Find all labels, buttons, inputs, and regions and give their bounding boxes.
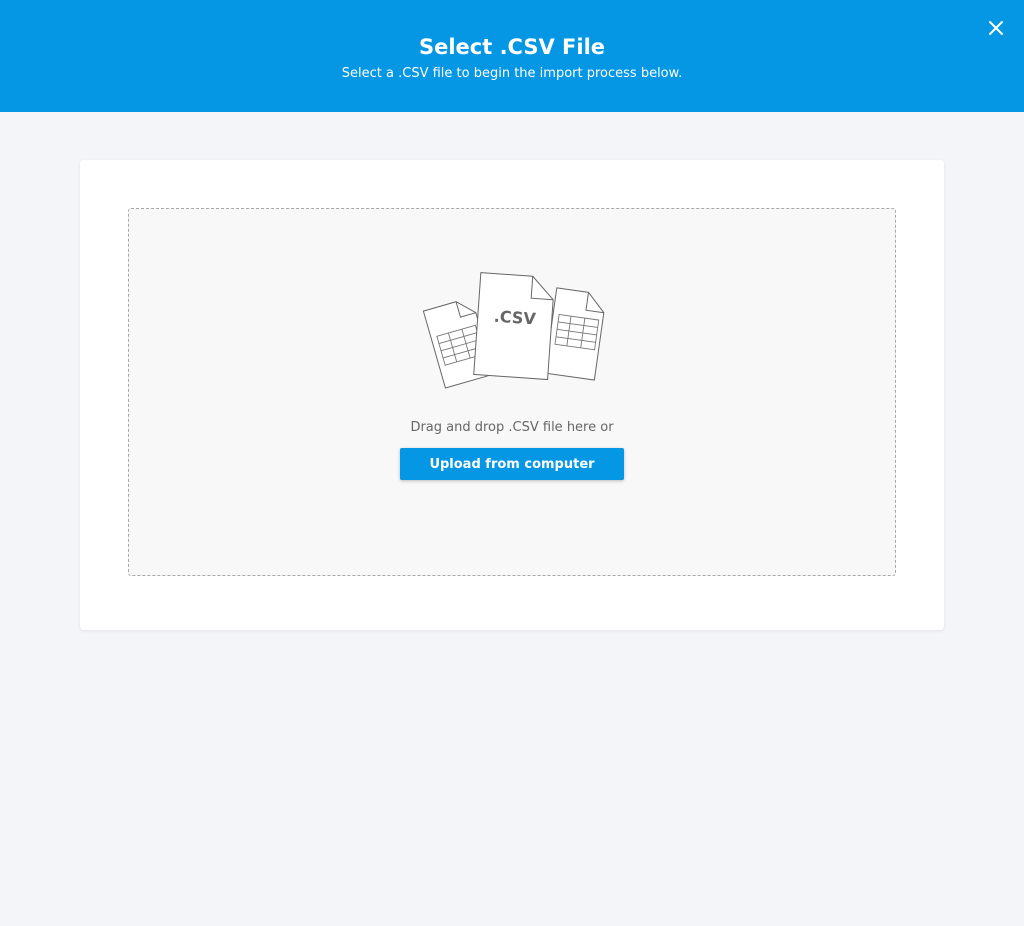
modal-header: Select .CSV File Select a .CSV file to b… (0, 0, 1024, 112)
file-dropzone[interactable]: .CSV Drag and drop .CSV file here or Upl… (128, 208, 896, 576)
right-spreadsheet-icon (544, 287, 605, 381)
page-title: Select .CSV File (418, 35, 606, 59)
drop-instruction: Drag and drop .CSV file here or (410, 420, 614, 435)
close-button[interactable] (984, 16, 1008, 40)
csv-document-label: .CSV (493, 307, 537, 329)
upload-from-computer-button[interactable]: Upload from computer (400, 448, 624, 480)
csv-document-icon: .CSV (473, 272, 554, 381)
import-card: .CSV Drag and drop .CSV file here or Upl… (80, 160, 944, 630)
close-icon (989, 21, 1003, 35)
csv-files-illustration: .CSV (422, 272, 605, 389)
page-subtitle: Select a .CSV file to begin the import p… (341, 66, 683, 81)
